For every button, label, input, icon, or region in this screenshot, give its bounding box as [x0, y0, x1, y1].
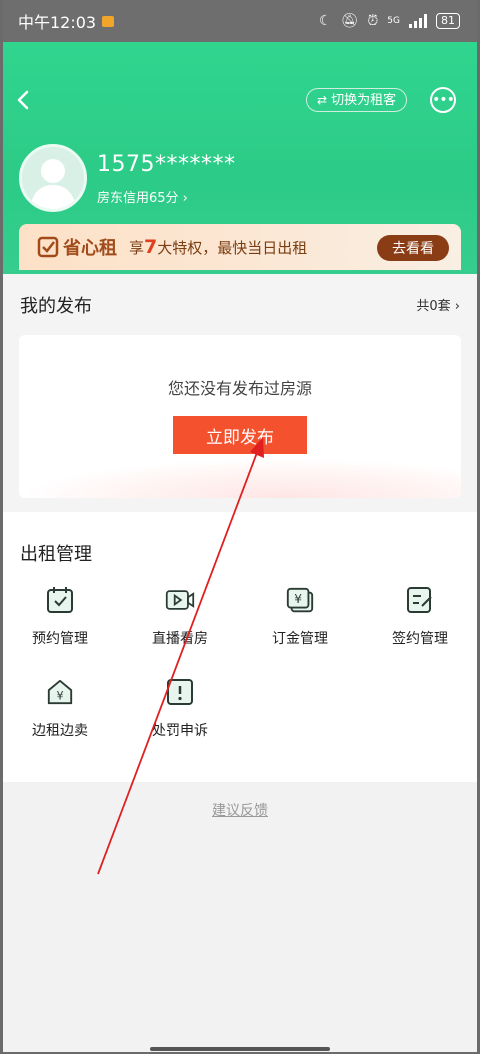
- grid-label: 直播看房: [152, 631, 208, 647]
- empty-state-text: 您还没有发布过房源: [167, 379, 312, 398]
- grid-item-deposit[interactable]: ¥ 订金管理: [240, 586, 360, 648]
- svg-text:¥: ¥: [56, 689, 63, 702]
- back-button[interactable]: [16, 90, 30, 112]
- battery-indicator: 81: [436, 13, 460, 29]
- svg-text:¥: ¥: [294, 592, 302, 606]
- grid-label: 边租边卖: [32, 723, 88, 739]
- home-indicator[interactable]: [150, 1047, 330, 1051]
- user-phone: 1575*******: [97, 152, 236, 177]
- rent-management-title: 出租管理: [20, 544, 92, 565]
- banner-desc-suffix: 大特权，最快当日出租: [157, 239, 308, 257]
- message-notification-icon: [102, 15, 115, 27]
- grid-label: 处罚申诉: [152, 723, 208, 739]
- rent-management-section: 出租管理 预约管理 直播看房 ¥ 订金管理 签约管理 ¥ 边租边卖 处罚申诉: [0, 512, 480, 782]
- grid-item-rent-and-sell[interactable]: ¥ 边租边卖: [0, 678, 120, 740]
- grid-item-appointments[interactable]: 预约管理: [0, 586, 120, 648]
- grid-item-contracts[interactable]: 签约管理: [360, 586, 480, 648]
- network-label: 5G: [387, 16, 400, 26]
- status-time: 中午12:03: [18, 13, 97, 32]
- worry-free-rent-banner[interactable]: 省心租 享7大特权，最快当日出租 去看看: [19, 224, 461, 270]
- avatar[interactable]: [19, 144, 87, 212]
- ellipsis-icon: •••: [432, 92, 455, 108]
- signal-icon: [409, 14, 427, 28]
- feedback-link[interactable]: 建议反馈: [0, 800, 480, 820]
- grid-item-penalty-appeal[interactable]: 处罚申诉: [120, 678, 240, 740]
- alert-appeal-icon: [167, 679, 193, 705]
- my-publish-section: 我的发布 共0套 › 您还没有发布过房源 立即发布: [0, 274, 480, 512]
- empty-publish-card: 您还没有发布过房源 立即发布: [19, 335, 461, 498]
- mute-icon: 🔕︎: [340, 13, 359, 29]
- user-silhouette-icon: [30, 159, 76, 209]
- moon-icon: ☾: [319, 13, 332, 29]
- publish-now-button[interactable]: 立即发布: [173, 416, 307, 454]
- contract-edit-icon: [407, 587, 432, 613]
- checkbox-brand-icon: [37, 236, 59, 258]
- decorative-wave: [19, 458, 461, 498]
- banner-highlight-number: 7: [144, 236, 158, 258]
- yuan-deposit-icon: ¥: [286, 587, 314, 613]
- my-publish-title: 我的发布: [20, 296, 92, 317]
- switch-to-tenant-button[interactable]: ⇄ 切换为租客: [306, 88, 408, 112]
- go-see-button[interactable]: 去看看: [377, 235, 449, 261]
- switch-label: 切换为租客: [331, 92, 397, 108]
- grid-item-live-viewing[interactable]: 直播看房: [120, 586, 240, 648]
- house-yuan-icon: ¥: [47, 679, 73, 705]
- video-live-icon: [165, 590, 195, 610]
- chevron-left-icon: [17, 90, 29, 110]
- message-chat-button[interactable]: •••: [430, 87, 456, 113]
- profile-header: ⇄ 切换为租客 ••• 1575******* 房东信用65分 › 省心租 享7…: [0, 42, 480, 274]
- status-bar: 中午12:03 ☾ 🔕︎ ⏰︎ 5G 81: [0, 0, 480, 42]
- swap-icon: ⇄: [317, 92, 328, 107]
- banner-desc-prefix: 享: [129, 239, 145, 257]
- grid-label: 预约管理: [32, 631, 88, 647]
- publish-count-link[interactable]: 共0套 ›: [416, 295, 460, 314]
- alarm-icon: ⏰︎: [367, 13, 379, 29]
- landlord-credit-link[interactable]: 房东信用65分 ›: [97, 187, 188, 206]
- calendar-check-icon: [47, 587, 73, 613]
- status-icons: ☾ 🔕︎ ⏰︎ 5G 81: [319, 13, 460, 29]
- grid-label: 签约管理: [392, 631, 448, 647]
- banner-brand: 省心租: [63, 238, 117, 259]
- banner-description: 享7大特权，最快当日出租: [129, 236, 307, 258]
- grid-label: 订金管理: [272, 631, 328, 647]
